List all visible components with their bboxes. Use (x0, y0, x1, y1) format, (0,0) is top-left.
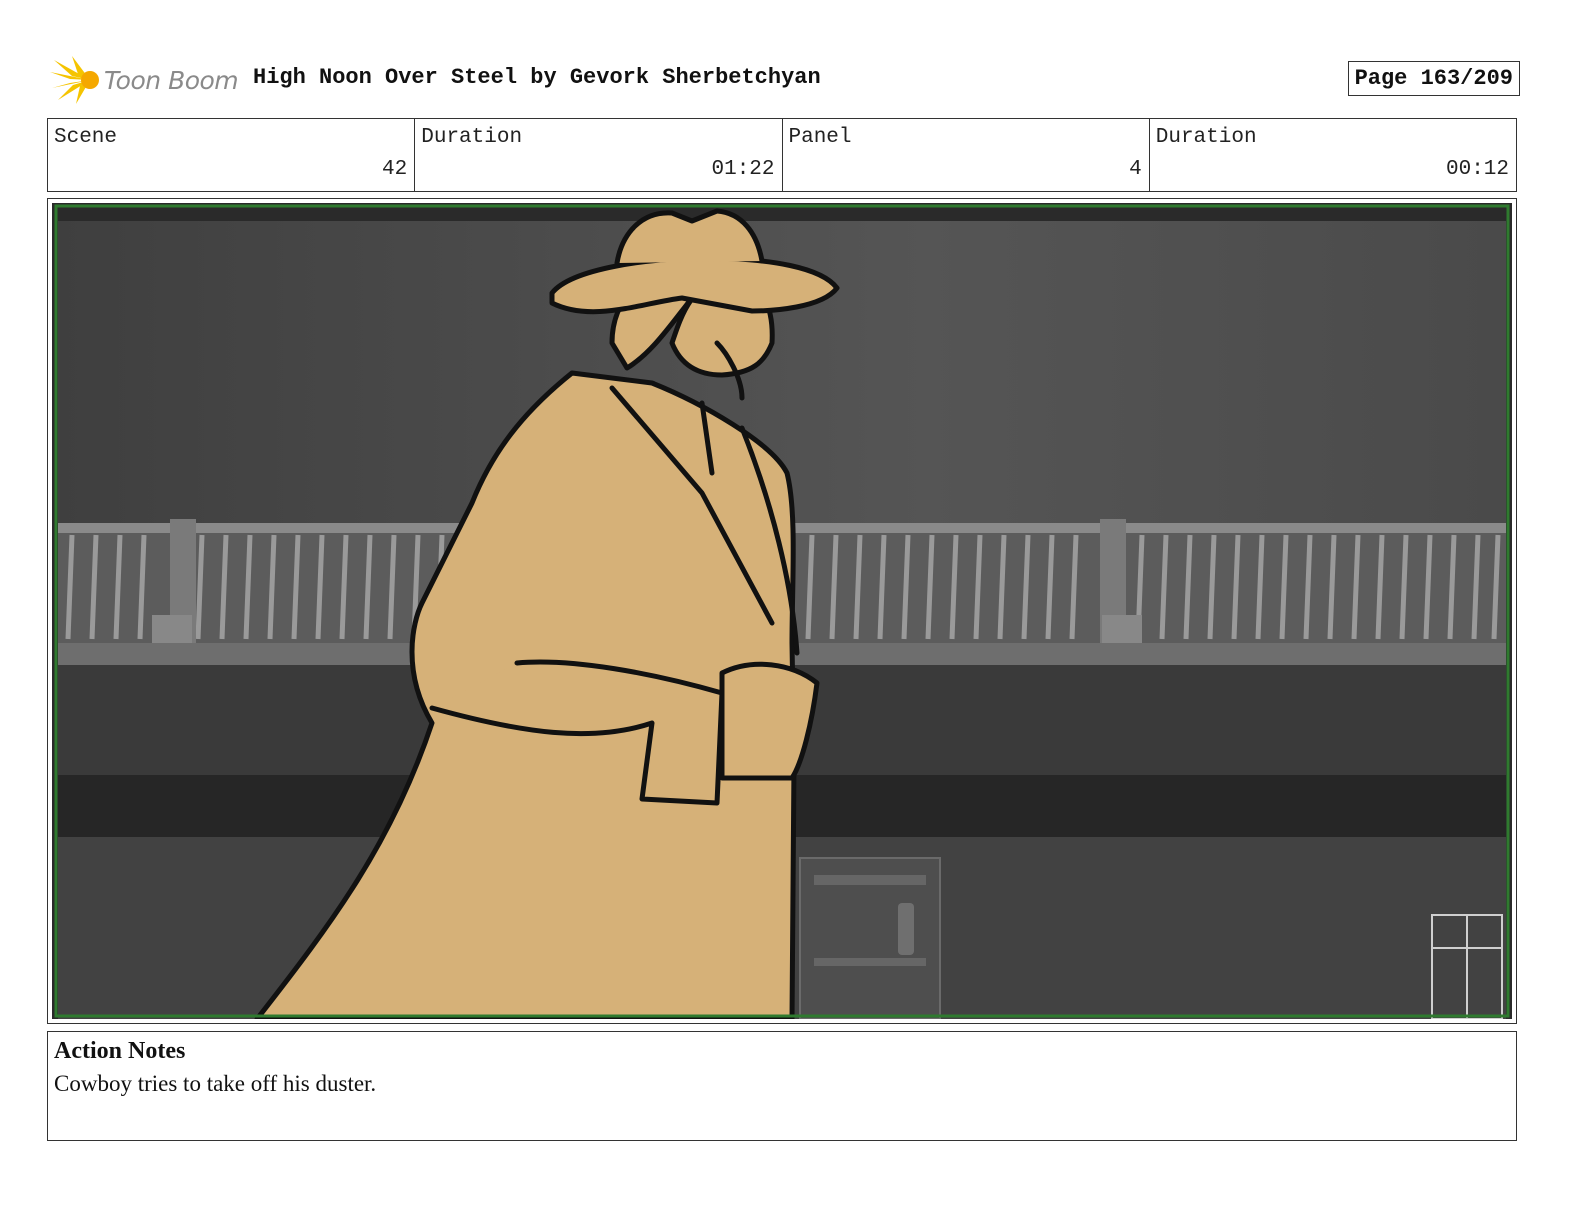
action-notes-title: Action Notes (54, 1038, 186, 1064)
scene-cell: Scene 42 (48, 119, 416, 191)
action-notes: Action Notes Cowboy tries to take off hi… (47, 1031, 1517, 1141)
scene-duration-label: Duration (421, 126, 523, 149)
scene-duration-cell: Duration 01:22 (415, 119, 783, 191)
storyboard-title: High Noon Over Steel by Gevork Sherbetch… (253, 65, 821, 90)
scene-value: 42 (382, 158, 408, 181)
panel-duration-value: 00:12 (1445, 158, 1509, 181)
toon-boom-logo: Toon Boom (50, 55, 240, 105)
page-header: Toon Boom High Noon Over Steel by Gevork… (50, 55, 1520, 105)
panel-label: Panel (788, 126, 852, 149)
panel-cell: Panel 4 (783, 119, 1150, 191)
scene-label: Scene (54, 126, 118, 149)
panel-frame (47, 198, 1517, 1024)
panel-value: 4 (1129, 158, 1142, 181)
panel-duration-cell: Duration 00:12 (1150, 119, 1516, 191)
page-number: Page 163/209 (1347, 61, 1520, 96)
action-notes-text: Cowboy tries to take off his duster. (54, 1071, 377, 1096)
scene-duration-value: 01:22 (711, 158, 775, 181)
logo-text: Toon Boom (104, 65, 239, 95)
burst-icon (50, 56, 99, 104)
storyboard-panel-image (52, 203, 1512, 1019)
panel-info-row: Scene 42 Duration 01:22 Panel 4 Duration… (47, 118, 1517, 192)
shelf (799, 857, 941, 1019)
panel-duration-label: Duration (1155, 126, 1257, 149)
